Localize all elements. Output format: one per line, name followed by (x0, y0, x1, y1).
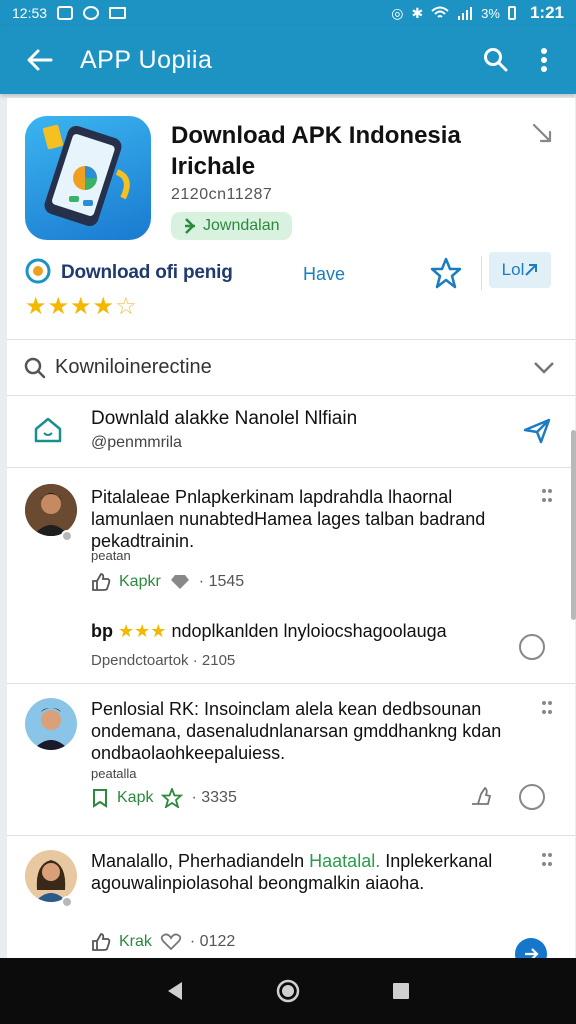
status-dot (61, 896, 73, 908)
sub-review-stars: ★★★ (118, 621, 167, 641)
count: · 3335 (191, 789, 237, 806)
app-id: 2120cn11287 (171, 186, 273, 203)
post-meta: peatalla (91, 766, 137, 781)
chevron-down-icon[interactable] (533, 361, 555, 375)
stars-empty: ☆ (115, 293, 138, 320)
status-time-left: 12:53 (12, 5, 48, 21)
count: · 1545 (198, 573, 245, 590)
status-bar: 12:53 ◎ ✱ 3% 1:21 (0, 0, 576, 26)
back-arrow-icon[interactable] (12, 32, 68, 88)
share-icon[interactable] (531, 122, 553, 149)
stars-filled: ★★★★ (25, 293, 116, 320)
nav-recents-icon[interactable] (390, 980, 412, 1002)
download-chip[interactable]: Jowndalan (171, 212, 292, 240)
avatar[interactable] (25, 484, 77, 536)
download-check-icon (185, 218, 195, 234)
status-dot (61, 530, 73, 542)
post-actions: Krak · 0122 (91, 932, 235, 952)
sub-review-meta: Dpendctoartok · 2105 (91, 652, 236, 669)
photo-icon (57, 6, 74, 20)
main-content: Download APK Indonesia Irichale 2120cn11… (7, 98, 575, 958)
post-text: Manalallo, Pherhadiandeln Haatalal. Inpl… (91, 850, 535, 894)
app-title-line1: Download APK Indonesia (171, 122, 461, 149)
reply-circle-icon[interactable] (519, 634, 545, 660)
favorite-star-icon[interactable] (429, 256, 463, 290)
drag-handle-icon[interactable] (541, 852, 553, 868)
bluetooth-icon: ✱ (411, 4, 424, 21)
app-logo (25, 116, 151, 240)
download-chip-label: Jowndalan (203, 217, 280, 234)
app-bar: APP Uopiia (0, 26, 576, 94)
home-icon (34, 417, 62, 443)
rating-row: Download ofi penig ★★★★☆ Have Lol (7, 248, 575, 340)
drag-handle-icon[interactable] (541, 700, 553, 716)
bookmark-icon[interactable] (91, 788, 109, 808)
post-meta: peatan (91, 548, 131, 563)
search-row[interactable]: Kowniloinerectine (7, 340, 575, 396)
drag-handle-icon[interactable] (541, 488, 553, 504)
fab-edit-button[interactable] (515, 938, 547, 958)
sub-review-prefix: bp (91, 621, 113, 641)
post-item: Pitalaleae Pnlapkerkinam lapdrahdla lhao… (7, 468, 575, 684)
mail-icon (109, 7, 127, 19)
thumbs-icon[interactable] (469, 784, 493, 808)
action-label[interactable]: Krak (119, 933, 152, 951)
count: · 0122 (189, 933, 236, 950)
wifi-icon (431, 6, 449, 18)
post-item: Penlosial RK: Insoinclam alela kean dedb… (7, 684, 575, 836)
divider (481, 256, 482, 290)
post-actions: Kapk · 3335 (91, 788, 237, 808)
app-bar-title: APP Uopiia (80, 45, 213, 74)
status-time-right: 1:21 (529, 3, 564, 22)
post-text-highlight[interactable]: Haatalal. (309, 851, 380, 871)
system-nav-bar (0, 958, 576, 1024)
action-label[interactable]: Kapk (117, 789, 153, 807)
post-text: Penlosial RK: Insoinclam alela kean dedb… (91, 699, 502, 763)
like-icon[interactable] (91, 932, 111, 952)
post-actions: Kapkr · 1545 (91, 572, 244, 592)
lol-button-label: Lol (501, 260, 525, 279)
post-item: Manalallo, Pherhadiandeln Haatalal. Inpl… (7, 836, 575, 958)
avatar[interactable] (25, 850, 77, 902)
sync-icon (83, 6, 100, 20)
scrollbar[interactable] (571, 430, 576, 620)
app-header: Download APK Indonesia Irichale 2120cn11… (7, 98, 575, 248)
diamond-icon[interactable] (169, 573, 191, 591)
rating-stars: ★★★★☆ (25, 292, 138, 321)
heart-icon[interactable] (160, 933, 182, 951)
nav-home-icon[interactable] (275, 978, 301, 1004)
feed-subtitle: @penmmrila (91, 434, 182, 451)
lol-button[interactable]: Lol (489, 252, 551, 288)
sub-review-text: ndoplkanlden lnyloiocshagoolauga (171, 621, 447, 641)
feed-header[interactable]: Downlald alakke Nanolel Nlfiain @penmmri… (7, 396, 575, 468)
download-badge-icon (25, 258, 51, 284)
feed-title: Downlald alakke Nanolel Nlfiain (91, 408, 358, 429)
search-icon[interactable] (472, 36, 520, 84)
post-text-plain: Manalallo, Pherhadiandeln (91, 851, 310, 871)
alarm-icon: ◎ (391, 4, 404, 21)
battery-icon (507, 6, 516, 20)
star-outline-icon[interactable] (161, 788, 184, 808)
send-icon[interactable] (523, 418, 551, 444)
search-small-icon (24, 357, 46, 378)
expand-icon (525, 264, 538, 276)
download-label: Download ofi penig (61, 262, 233, 283)
like-icon[interactable] (91, 572, 111, 592)
post-text: Pitalaleae Pnlapkerkinam lapdrahdla lhao… (91, 487, 486, 551)
avatar[interactable] (25, 698, 77, 750)
have-link[interactable]: Have (303, 264, 345, 285)
app-title-line2: Irichale (171, 153, 256, 180)
action-label[interactable]: Kapkr (119, 573, 161, 591)
arrow-right-icon (525, 948, 539, 958)
signal-icon (458, 7, 473, 20)
search-row-label: Kowniloinerectine (55, 356, 212, 378)
reply-circle-icon[interactable] (519, 784, 545, 810)
more-vert-icon[interactable] (520, 36, 568, 84)
sub-review: bp ★★★ ndoplkanlden lnyloiocshagoolauga (91, 620, 515, 642)
nav-back-icon[interactable] (164, 980, 186, 1002)
battery-level: 3% (481, 5, 500, 21)
